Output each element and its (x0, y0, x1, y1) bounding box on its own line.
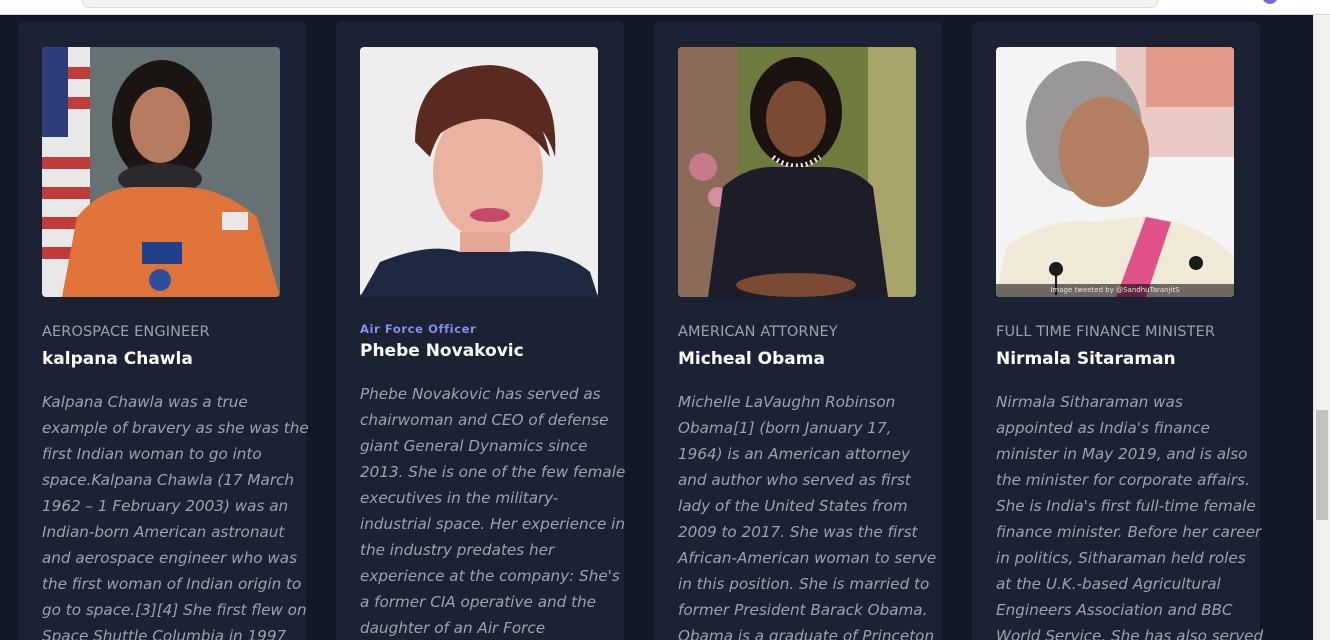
profile-photo (42, 47, 280, 297)
description-line: giant General Dynamics since (360, 437, 588, 455)
description-line: executives in the military- (360, 489, 559, 507)
description-line: Nirmala Sitharaman was (996, 393, 1183, 411)
description-line: example of bravery as she was the (42, 419, 309, 437)
description-line: Indian-born American astronaut (42, 523, 285, 541)
description-line: 2013. She is one of the few female (360, 463, 626, 481)
description-line: minister in May 2019, and is also (996, 445, 1248, 463)
profile-photo (678, 47, 916, 297)
address-bar[interactable] (82, 0, 1158, 8)
profile-name: kalpana Chawla (42, 349, 193, 369)
description-line: appointed as India's finance (996, 419, 1210, 437)
description-line: daughter of an Air Force (360, 619, 546, 637)
description-line: lady of the United States from (678, 497, 908, 515)
profile-description: Phebe Novakovic has served as chairwoman… (360, 381, 626, 640)
description-line: in politics, Sitharaman held roles (996, 549, 1246, 567)
description-line: and author who served as first (678, 471, 911, 489)
profile-name: Nirmala Sitaraman (996, 349, 1176, 369)
first-lady-portrait-image (678, 47, 916, 297)
profile-photo: Image tweeted by @SandhuTaranjitS (996, 47, 1234, 297)
description-line: African-American woman to serve (678, 549, 937, 567)
description-line: World Service. She has also served (996, 627, 1264, 640)
description-line: 1964) is an American attorney (678, 445, 910, 463)
description-line: Space Shuttle Columbia in 1997 (42, 627, 287, 640)
astronaut-portrait-image (42, 47, 280, 297)
description-line: go to space.[3][4] She first flew on (42, 601, 307, 619)
profile-role: AEROSPACE ENGINEER (42, 324, 210, 340)
profile-name: Micheal Obama (678, 349, 825, 369)
description-line: the first woman of Indian origin to (42, 575, 302, 593)
profile-role: FULL TIME FINANCE MINISTER (996, 324, 1216, 340)
description-line: Obama is a graduate of Princeton (678, 627, 935, 640)
profile-role: Air Force Officer (360, 322, 477, 336)
description-line: She is India's first full-time female (996, 497, 1256, 515)
profile-photo (360, 47, 598, 297)
description-line: former President Barack Obama. (678, 601, 928, 619)
profile-card: Air Force Officer Phebe Novakovic Phebe … (336, 22, 626, 640)
finance-minister-portrait-image (996, 47, 1234, 297)
photo-caption: Image tweeted by @SandhuTaranjitS (996, 284, 1234, 297)
description-line: 1962 – 1 February 2003) was an (42, 497, 289, 515)
scrollbar-thumb[interactable] (1316, 410, 1328, 520)
description-line: and aerospace engineer who was (42, 549, 297, 567)
description-line: Engineers Association and BBC (996, 601, 1233, 619)
description-line: Phebe Novakovic has served as (360, 385, 601, 403)
description-line: chairwoman and CEO of defense (360, 411, 609, 429)
description-line: industrial space. Her experience in (360, 515, 625, 533)
profile-card: AEROSPACE ENGINEER kalpana Chawla Kalpan… (18, 22, 309, 640)
profile-role: AMERICAN ATTORNEY (678, 324, 838, 340)
profile-description: Nirmala Sitharaman was appointed as Indi… (996, 389, 1264, 640)
description-line: space.Kalpana Chawla (17 March (42, 471, 295, 489)
profile-card: AMERICAN ATTORNEY Micheal Obama Michelle… (654, 22, 942, 640)
profile-card: Image tweeted by @SandhuTaranjitS FULL T… (972, 22, 1264, 640)
description-line: in this position. She is married to (678, 575, 930, 593)
browser-top-strip (0, 0, 1330, 15)
description-line: Kalpana Chawla was a true (42, 393, 248, 411)
profile-icon[interactable] (1262, 0, 1278, 4)
description-line: experience at the company: She's (360, 567, 620, 585)
description-line: finance minister. Before her career (996, 523, 1262, 541)
profile-description: Michelle LaVaughn Robinson Obama[1] (bor… (678, 389, 937, 640)
description-line: first Indian woman to go into (42, 445, 262, 463)
profile-description: Kalpana Chawla was a true example of bra… (42, 389, 309, 640)
description-line: Obama[1] (born January 17, (678, 419, 892, 437)
description-line: the industry predates her (360, 541, 555, 559)
description-line: at the U.K.-based Agricultural (996, 575, 1221, 593)
description-line: a former CIA operative and the (360, 593, 597, 611)
profile-name: Phebe Novakovic (360, 341, 524, 361)
description-line: the minister for corporate affairs. (996, 471, 1250, 489)
description-line: 2009 to 2017. She was the first (678, 523, 918, 541)
description-line: Michelle LaVaughn Robinson (678, 393, 896, 411)
executive-portrait-image (360, 47, 598, 297)
vertical-scrollbar[interactable] (1313, 15, 1330, 640)
